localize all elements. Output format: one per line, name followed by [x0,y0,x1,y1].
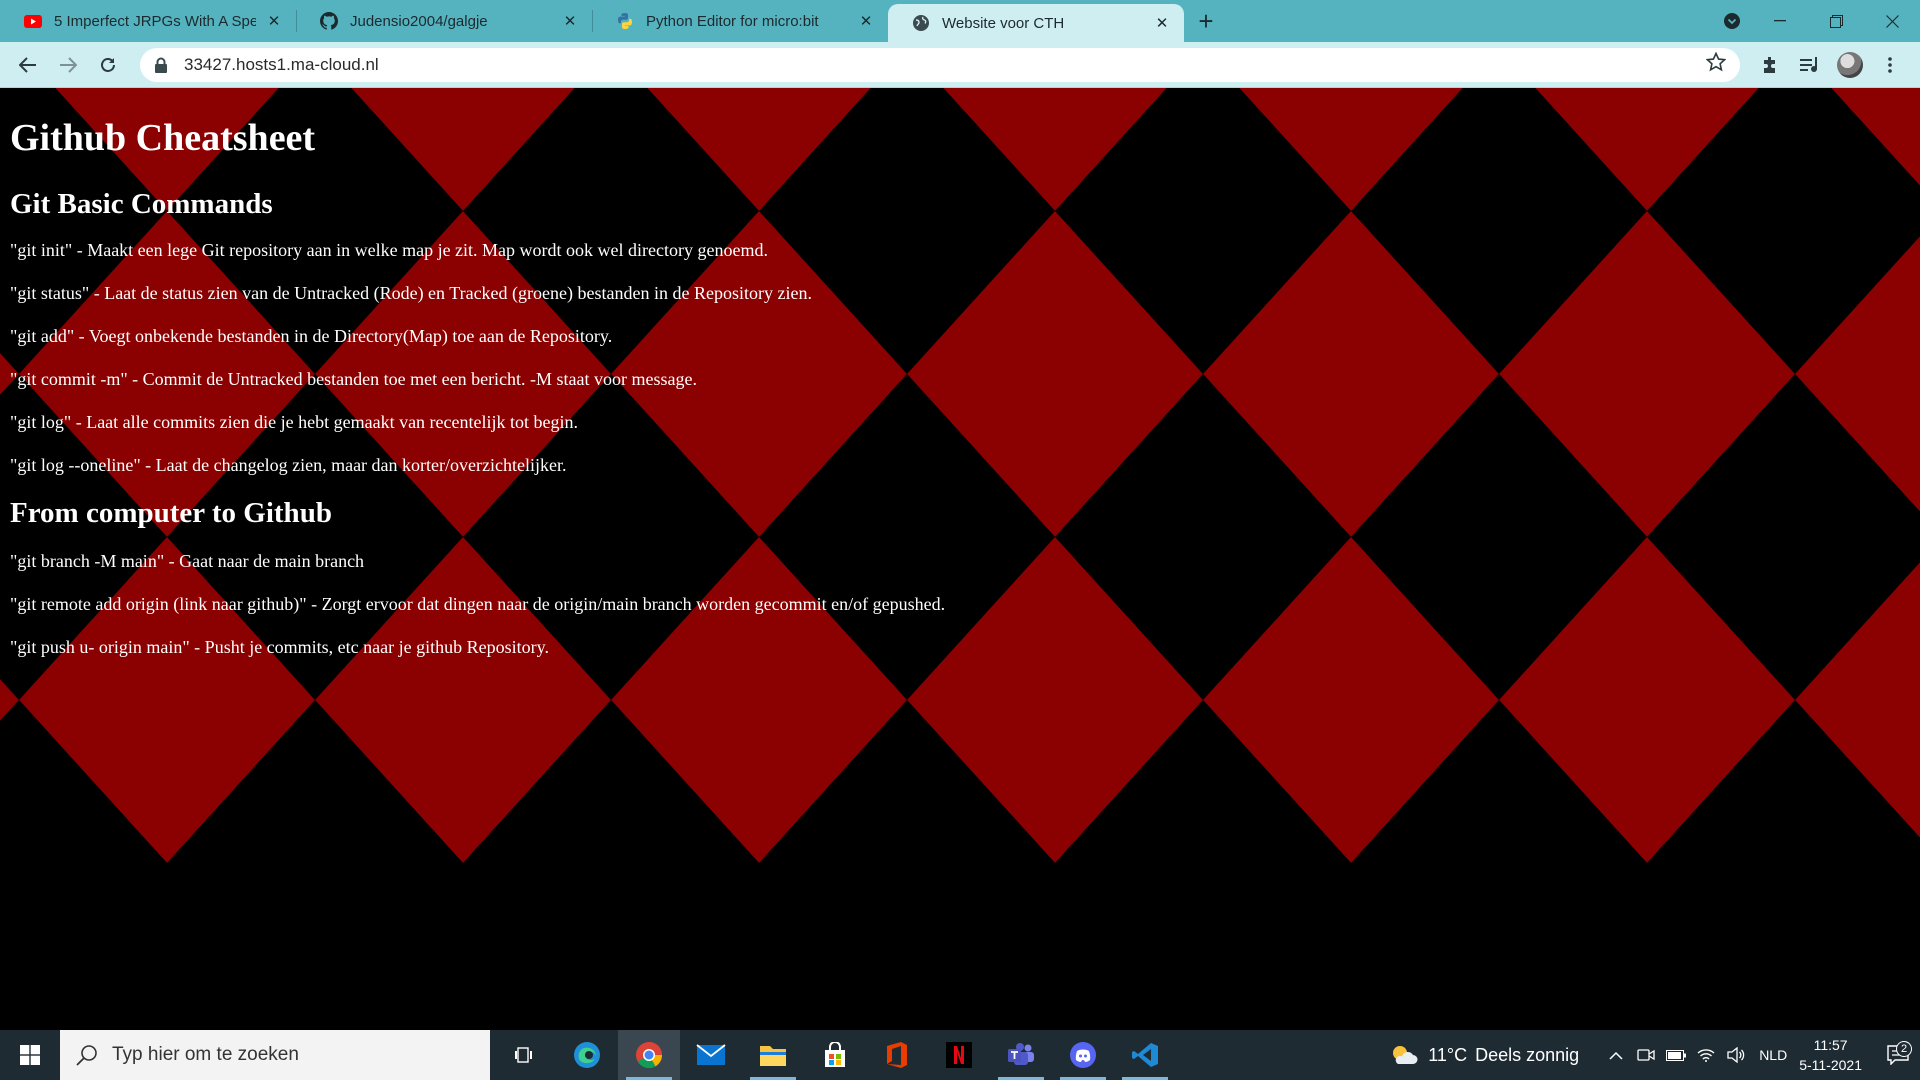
store-icon[interactable] [804,1030,866,1080]
new-tab-button[interactable]: + [1184,0,1228,42]
lock-icon[interactable] [154,57,168,73]
language-indicator[interactable]: NLD [1759,1047,1787,1063]
tab-title: Judensio2004/galgje [350,12,488,30]
meet-now-icon[interactable] [1631,1048,1661,1062]
page-title: Github Cheatsheet [10,117,316,159]
windows-taskbar: Typ hier om te zoeken 11°C Deels zonnig … [0,1030,1920,1080]
python-icon [616,12,634,30]
tab-title: 5 Imperfect JRPGs With A Special [54,12,256,30]
globe-icon [912,14,930,32]
discord-icon[interactable] [1052,1030,1114,1080]
weather-text: Deels zonnig [1475,1044,1580,1065]
tab-close-icon[interactable]: ✕ [1152,13,1172,33]
tab-website-cth[interactable]: Website voor CTH ✕ [888,4,1184,42]
search-icon [76,1044,98,1066]
notification-count-badge: 2 [1896,1041,1912,1057]
notifications-icon[interactable]: 2 [1876,1041,1920,1065]
command-item: "git log" - Laat alle commits zien die j… [10,412,579,432]
command-item: "git add" - Voegt onbekende bestanden in… [10,326,613,346]
command-item: "git log --oneline" - Laat de changelog … [10,455,567,475]
weather-temp: 11°C [1428,1044,1468,1065]
minimize-icon[interactable] [1752,0,1808,42]
netflix-icon[interactable] [928,1030,990,1080]
back-icon[interactable] [8,45,48,85]
command-item: "git branch -M main" - Gaat naar de main… [10,551,365,571]
command-item: "git commit -m" - Commit de Untracked be… [10,369,698,389]
clock[interactable]: 11:57 5-11-2021 [1799,1035,1862,1075]
volume-icon[interactable] [1721,1047,1751,1063]
show-hidden-icons-chevron-icon[interactable] [1601,1051,1631,1060]
wifi-icon[interactable] [1691,1048,1721,1062]
clock-time: 11:57 [1813,1037,1848,1053]
weather-widget[interactable]: 11°C Deels zonnig [1390,1044,1579,1066]
browser-toolbar: 33427.hosts1.ma-cloud.nl [0,42,1920,88]
page-viewport: Github Cheatsheet Git Basic Commands "gi… [0,88,1920,1030]
tab-github[interactable]: Judensio2004/galgje ✕ [296,0,592,42]
taskbar-apps [494,1030,1176,1080]
media-queue-icon[interactable] [1790,45,1830,85]
tab-python-editor[interactable]: Python Editor for micro:bit ✕ [592,0,888,42]
command-item: "git init" - Maakt een lege Git reposito… [10,240,768,260]
window-controls [1712,0,1920,42]
browser-tabstrip: 5 Imperfect JRPGs With A Special ✕ Juden… [0,0,1920,42]
restore-icon[interactable] [1808,0,1864,42]
toolbar-actions [1750,45,1910,85]
search-placeholder[interactable]: Typ hier om te zoeken [112,1044,299,1066]
command-item: "git push u- origin main" - Pusht je com… [10,637,549,657]
mail-icon[interactable] [680,1030,742,1080]
task-view-icon[interactable] [494,1030,556,1080]
extensions-icon[interactable] [1750,45,1790,85]
clock-date: 5-11-2021 [1799,1057,1862,1073]
youtube-icon [24,12,42,30]
battery-icon[interactable] [1661,1049,1691,1061]
page-content: Github Cheatsheet Git Basic Commands "gi… [10,88,945,679]
section-heading-to-github: From computer to Github [10,497,332,529]
bookmark-star-icon[interactable] [1705,51,1727,78]
edge-icon[interactable] [556,1030,618,1080]
tab-youtube[interactable]: 5 Imperfect JRPGs With A Special ✕ [0,0,296,42]
tab-close-icon[interactable]: ✕ [264,11,284,31]
file-explorer-icon[interactable] [742,1030,804,1080]
office-icon[interactable] [866,1030,928,1080]
command-item: "git status" - Laat de status zien van d… [10,283,812,303]
close-window-icon[interactable] [1864,0,1920,42]
tab-close-icon[interactable]: ✕ [560,11,580,31]
forward-icon[interactable] [48,45,88,85]
taskbar-search[interactable]: Typ hier om te zoeken [60,1030,490,1080]
tab-search-icon[interactable] [1712,0,1752,42]
menu-kebab-icon[interactable] [1870,45,1910,85]
tab-title: Python Editor for micro:bit [646,12,819,30]
address-bar[interactable]: 33427.hosts1.ma-cloud.nl [140,47,1740,82]
tab-close-icon[interactable]: ✕ [856,11,876,31]
tab-title: Website voor CTH [942,14,1065,32]
github-icon [320,12,338,30]
partly-sunny-icon [1390,1044,1418,1066]
section-heading-basic: Git Basic Commands [10,188,273,220]
command-item: "git remote add origin (link naar github… [10,594,946,614]
profile-avatar[interactable] [1830,45,1870,85]
windows-start-icon[interactable] [0,1030,60,1080]
system-tray: 11°C Deels zonnig NLD 11:57 5-11-2021 2 [1390,1030,1920,1080]
chrome-icon[interactable] [618,1030,680,1080]
url-text[interactable]: 33427.hosts1.ma-cloud.nl [184,55,1706,75]
vscode-icon[interactable] [1114,1030,1176,1080]
reload-icon[interactable] [88,45,128,85]
teams-icon[interactable] [990,1030,1052,1080]
